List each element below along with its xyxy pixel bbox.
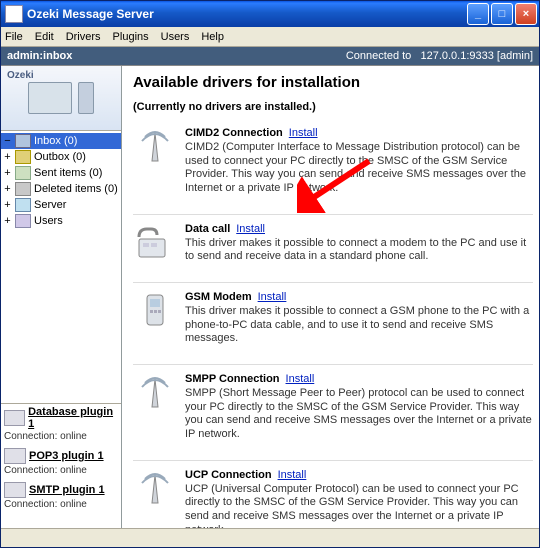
menu-edit[interactable]: Edit bbox=[35, 31, 54, 43]
driver-item: GSM Modem Install This driver makes it pos… bbox=[133, 291, 533, 346]
phone-icon bbox=[78, 82, 94, 114]
window-title: Ozeki Message Server bbox=[27, 7, 467, 21]
no-drivers-note: (Currently no drivers are installed.) bbox=[133, 101, 533, 113]
app-window: Ozeki Message Server _ □ × File Edit Drive… bbox=[0, 0, 540, 548]
expander-icon[interactable]: + bbox=[3, 151, 12, 163]
driver-item: UCP Connection Install UCP (Universal Comp… bbox=[133, 469, 533, 528]
plugin-panel: Database plugin 1Connection: onlinePOP3 … bbox=[1, 404, 121, 528]
driver-list: CIMD2 Connection Install CIMD2 (Computer I… bbox=[133, 127, 533, 528]
driver-title: UCP Connection bbox=[185, 469, 272, 481]
plugin-icon bbox=[4, 410, 25, 426]
folder-label: Server bbox=[34, 199, 66, 211]
folder-label: Outbox (0) bbox=[34, 151, 86, 163]
driver-description: SMPP (Short Message Peer to Peer) protoc… bbox=[185, 387, 532, 440]
menu-plugins[interactable]: Plugins bbox=[113, 31, 149, 43]
bottom-bar bbox=[1, 528, 539, 547]
page-title: Available drivers for installation bbox=[133, 74, 533, 91]
trash-icon bbox=[15, 182, 31, 196]
menu-file[interactable]: File bbox=[5, 31, 23, 43]
driver-item: Data call Install This driver makes it pos… bbox=[133, 223, 533, 264]
antenna-icon bbox=[133, 127, 177, 167]
titlebar: Ozeki Message Server _ □ × bbox=[1, 1, 539, 27]
expander-icon[interactable]: − bbox=[3, 135, 12, 147]
driver-description: CIMD2 (Computer Interface to Message Dis… bbox=[185, 141, 526, 194]
plugin-name: Database plugin 1 bbox=[28, 406, 118, 430]
computer-icon bbox=[28, 82, 72, 114]
mobile-icon bbox=[133, 291, 177, 331]
expander-icon[interactable]: + bbox=[3, 215, 12, 227]
install-link[interactable]: Install bbox=[278, 469, 307, 481]
plugin-icon bbox=[4, 482, 26, 498]
plugin-icon bbox=[4, 448, 26, 464]
driver-description: UCP (Universal Computer Protocol) can be… bbox=[185, 483, 519, 529]
folder-trash[interactable]: + Deleted items (0) bbox=[1, 181, 121, 197]
status-right: Connected to 127.0.0.1:9333 [admin] bbox=[346, 50, 533, 62]
folder-tree: − Inbox (0) + Outbox (0) + Sent items (0) + Del… bbox=[1, 131, 121, 404]
window-buttons: _ □ × bbox=[467, 3, 537, 25]
driver-title: CIMD2 Connection bbox=[185, 127, 283, 139]
menubar: File Edit Drivers Plugins Users Help bbox=[1, 27, 539, 47]
server-icon bbox=[15, 198, 31, 212]
plugin-name: SMTP plugin 1 bbox=[29, 484, 105, 496]
folder-label: Inbox (0) bbox=[34, 135, 77, 147]
antenna-icon bbox=[133, 469, 177, 509]
folder-outbox[interactable]: + Outbox (0) bbox=[1, 149, 121, 165]
users-icon bbox=[15, 214, 31, 228]
plugin-name: POP3 plugin 1 bbox=[29, 450, 104, 462]
brand-label: Ozeki bbox=[7, 70, 34, 81]
content-panel[interactable]: Available drivers for installation (Curr… bbox=[122, 66, 539, 528]
driver-title: Data call bbox=[185, 223, 230, 235]
folder-label: Users bbox=[34, 215, 63, 227]
driver-title: SMPP Connection bbox=[185, 373, 280, 385]
expander-icon[interactable]: + bbox=[3, 199, 12, 211]
minimize-button[interactable]: _ bbox=[467, 3, 489, 25]
plugin-item[interactable]: Database plugin 1Connection: online bbox=[4, 406, 118, 442]
menu-help[interactable]: Help bbox=[201, 31, 224, 43]
folder-inbox[interactable]: − Inbox (0) bbox=[1, 133, 121, 149]
plugin-item[interactable]: POP3 plugin 1 Connection: online bbox=[4, 448, 118, 476]
folder-label: Deleted items (0) bbox=[34, 183, 118, 195]
install-link[interactable]: Install bbox=[236, 223, 265, 235]
phone-icon bbox=[133, 223, 177, 263]
install-link[interactable]: Install bbox=[286, 373, 315, 385]
plugin-status: Connection: online bbox=[4, 499, 118, 510]
expander-icon[interactable]: + bbox=[3, 167, 12, 179]
expander-icon[interactable]: + bbox=[3, 183, 12, 195]
driver-title: GSM Modem bbox=[185, 291, 252, 303]
body: Ozeki − Inbox (0) + Outbox (0) + Sent items (… bbox=[1, 66, 539, 528]
app-icon bbox=[5, 5, 23, 23]
install-link[interactable]: Install bbox=[258, 291, 287, 303]
folder-server[interactable]: + Server bbox=[1, 197, 121, 213]
folder-label: Sent items (0) bbox=[34, 167, 102, 179]
menu-drivers[interactable]: Drivers bbox=[66, 31, 101, 43]
maximize-button[interactable]: □ bbox=[491, 3, 513, 25]
install-link[interactable]: Install bbox=[289, 127, 318, 139]
driver-description: This driver makes it possible to connect… bbox=[185, 305, 529, 345]
inbox-icon bbox=[15, 134, 31, 148]
folder-users[interactable]: + Users bbox=[1, 213, 121, 229]
driver-item: CIMD2 Connection Install CIMD2 (Computer I… bbox=[133, 127, 533, 196]
antenna-icon bbox=[133, 373, 177, 413]
menu-users[interactable]: Users bbox=[161, 31, 190, 43]
sidebar: Ozeki − Inbox (0) + Outbox (0) + Sent items (… bbox=[1, 66, 122, 528]
close-button[interactable]: × bbox=[515, 3, 537, 25]
outbox-icon bbox=[15, 150, 31, 164]
plugin-item[interactable]: SMTP plugin 1 Connection: online bbox=[4, 482, 118, 510]
plugin-status: Connection: online bbox=[4, 465, 118, 476]
driver-description: This driver makes it possible to connect… bbox=[185, 237, 526, 263]
status-bar: admin:inbox Connected to 127.0.0.1:9333 … bbox=[1, 47, 539, 66]
plugin-status: Connection: online bbox=[4, 431, 118, 442]
logo-panel: Ozeki bbox=[1, 66, 121, 131]
sent-icon bbox=[15, 166, 31, 180]
folder-sent[interactable]: + Sent items (0) bbox=[1, 165, 121, 181]
driver-item: SMPP Connection Install SMPP (Short Messag… bbox=[133, 373, 533, 442]
status-left: admin:inbox bbox=[7, 50, 72, 62]
